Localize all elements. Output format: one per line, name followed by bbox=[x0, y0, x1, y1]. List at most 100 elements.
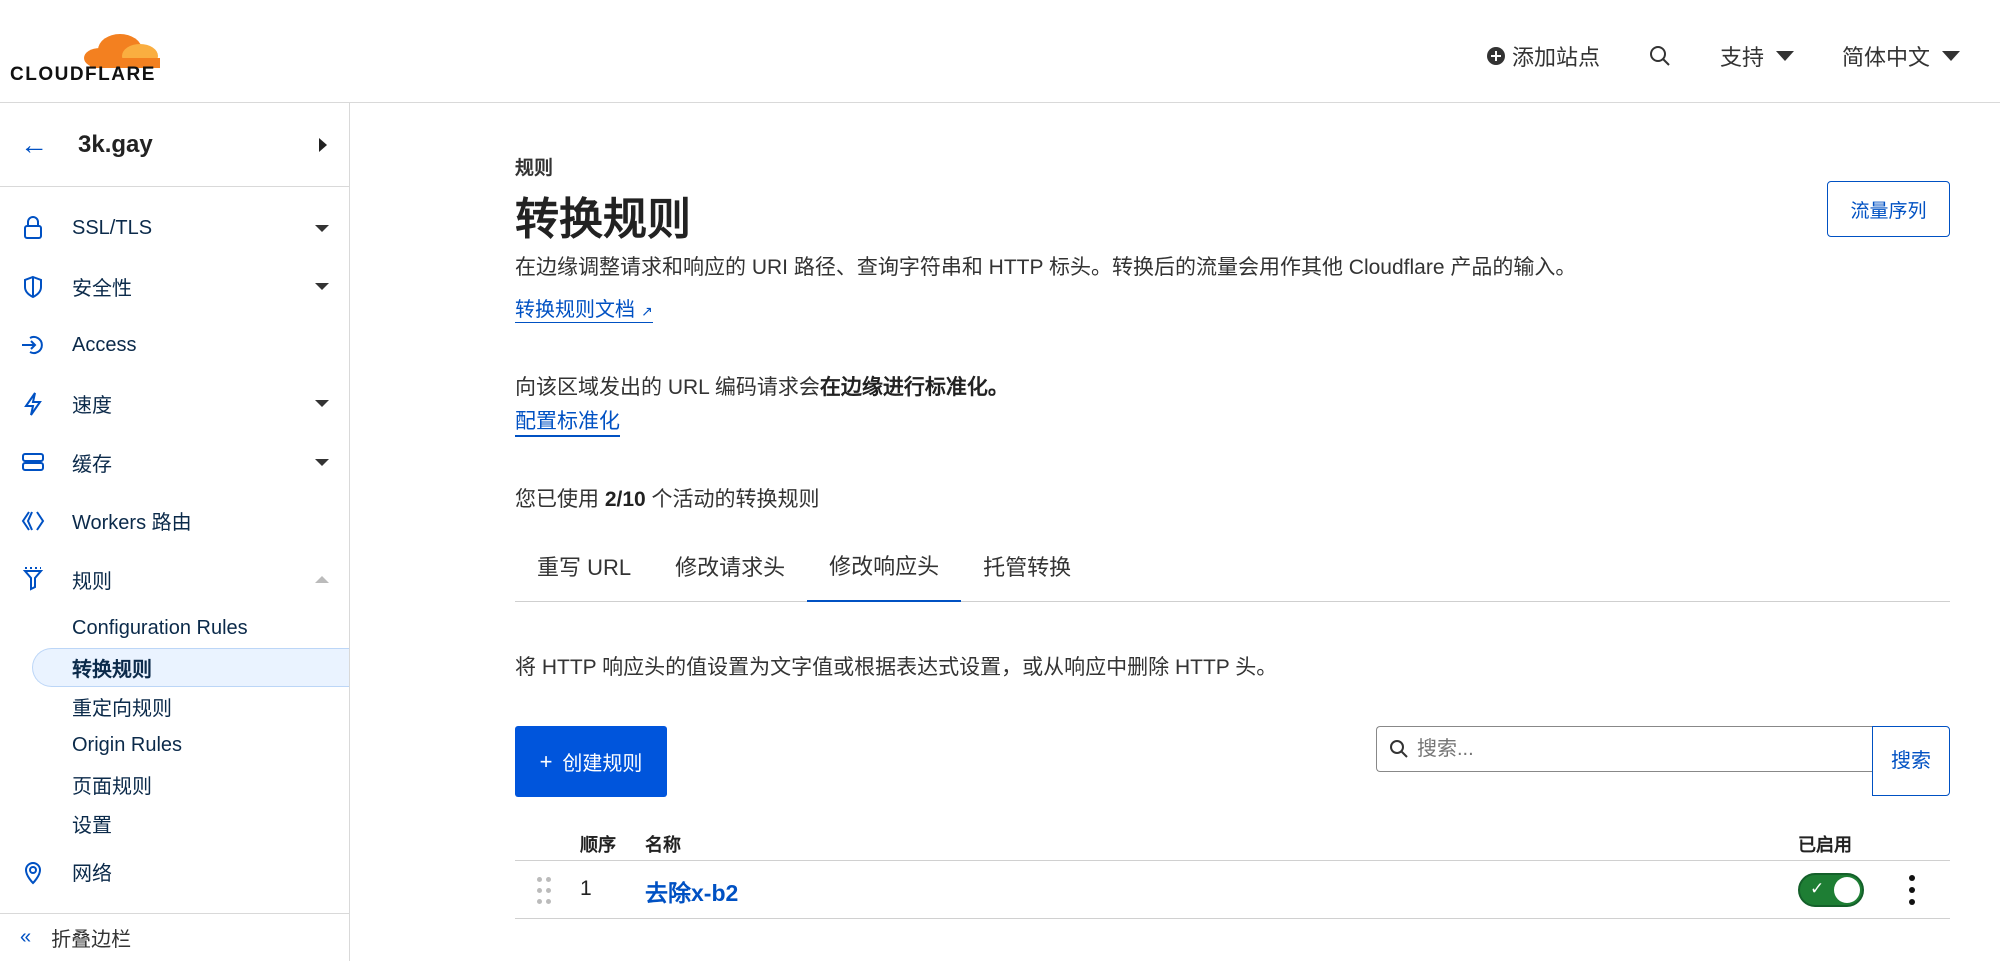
sidebar-nav: SSL/TLS 安全性 Access 速度 缓存 Workers 路由 规则 C… bbox=[0, 187, 349, 901]
rules-subnav: Configuration Rules 转换规则 重定向规则 Origin Ru… bbox=[0, 609, 349, 843]
sidebar-subitem-configuration-rules[interactable]: Configuration Rules bbox=[72, 609, 349, 648]
double-chevron-left-icon: « bbox=[20, 926, 32, 948]
normalization-text: 向该区域发出的 URL 编码请求会在边缘进行标准化。 bbox=[515, 371, 1009, 401]
tab-modify-request-header[interactable]: 修改请求头 bbox=[653, 530, 807, 602]
sidebar-subitem-redirect-rules[interactable]: 重定向规则 bbox=[72, 687, 349, 726]
chevron-down-icon bbox=[315, 224, 329, 232]
add-site-button[interactable]: 添加站点 bbox=[1486, 40, 1600, 72]
header-name: 名称 bbox=[645, 835, 681, 855]
access-icon bbox=[20, 332, 46, 358]
plus-icon: + bbox=[539, 748, 553, 774]
usage-text: 您已使用 2/10 个活动的转换规则 bbox=[515, 483, 820, 513]
tab-managed-transforms[interactable]: 托管转换 bbox=[961, 530, 1093, 602]
support-menu[interactable]: 支持 bbox=[1720, 40, 1794, 72]
collapse-label: 折叠边栏 bbox=[51, 929, 132, 951]
workers-icon bbox=[20, 508, 46, 534]
search-button[interactable] bbox=[1648, 44, 1672, 68]
collapse-sidebar-button[interactable]: « 折叠边栏 bbox=[0, 913, 350, 961]
normalization-bold: 在边缘进行标准化。 bbox=[819, 376, 1009, 399]
language-label: 简体中文 bbox=[1841, 45, 1930, 70]
rules-table: 顺序 名称 已启用 1 去除x-b2 ✓ bbox=[515, 821, 1950, 919]
sidebar-item-label: 安全性 bbox=[72, 278, 132, 301]
docs-link-label: 转换规则文档 bbox=[515, 299, 635, 321]
table-row: 1 去除x-b2 ✓ bbox=[515, 861, 1950, 919]
sidebar-item-label: Workers 路由 bbox=[72, 512, 192, 535]
shield-icon bbox=[20, 274, 46, 300]
toggle-knob bbox=[1834, 877, 1860, 903]
traffic-sequence-button[interactable]: 流量序列 bbox=[1827, 181, 1950, 237]
rule-enabled-toggle[interactable]: ✓ bbox=[1798, 873, 1864, 907]
create-rule-button[interactable]: + 创建规则 bbox=[515, 726, 667, 797]
sidebar: ← 3k.gay SSL/TLS 安全性 Access 速度 缓存 Worker… bbox=[0, 103, 350, 961]
sidebar-item-label: SSL/TLS bbox=[72, 216, 153, 239]
tab-modify-response-header[interactable]: 修改响应头 bbox=[807, 530, 962, 602]
docs-link[interactable]: 转换规则文档 ↗ bbox=[515, 293, 653, 323]
usage-prefix: 您已使用 bbox=[515, 488, 605, 511]
search-icon bbox=[1649, 46, 1670, 66]
rule-name-link[interactable]: 去除x-b2 bbox=[645, 874, 738, 908]
location-pin-icon bbox=[20, 859, 46, 885]
header-enabled: 已启用 bbox=[1798, 835, 1852, 855]
sidebar-item-label: Access bbox=[72, 333, 137, 356]
sidebar-item-cache[interactable]: 缓存 bbox=[0, 433, 349, 492]
sidebar-item-label: 规则 bbox=[72, 570, 112, 593]
chevron-up-icon bbox=[315, 575, 329, 583]
tab-description: 将 HTTP 响应头的值设置为文字值或根据表达式设置，或从响应中删除 HTTP … bbox=[515, 656, 1278, 679]
configure-normalization-link[interactable]: 配置标准化 bbox=[515, 405, 620, 437]
chevron-right-icon bbox=[319, 137, 327, 152]
chevron-down-icon bbox=[1775, 51, 1794, 61]
top-bar: CLOUDFLARE 添加站点 支持 简体中文 bbox=[0, 0, 2000, 103]
create-rule-label: 创建规则 bbox=[562, 753, 643, 775]
add-site-label: 添加站点 bbox=[1511, 45, 1600, 70]
lock-icon bbox=[20, 215, 46, 241]
drag-handle-icon[interactable] bbox=[537, 877, 551, 905]
search-submit-button[interactable]: 搜索 bbox=[1872, 726, 1950, 796]
sidebar-item-access[interactable]: Access bbox=[0, 316, 349, 375]
rule-tabs: 重写 URL 修改请求头 修改响应头 托管转换 bbox=[515, 530, 1950, 602]
external-link-icon: ↗ bbox=[641, 303, 653, 319]
sidebar-subitem-page-rules[interactable]: 页面规则 bbox=[72, 765, 349, 804]
sidebar-item-rules[interactable]: 规则 bbox=[0, 550, 349, 609]
sidebar-item-ssl[interactable]: SSL/TLS bbox=[0, 199, 349, 258]
chevron-down-icon bbox=[315, 283, 329, 291]
site-selector[interactable]: ← 3k.gay bbox=[0, 103, 349, 187]
page-description: 在边缘调整请求和响应的 URI 路径、查询字符串和 HTTP 标头。转换后的流量… bbox=[515, 256, 1577, 279]
site-name: 3k.gay bbox=[78, 130, 153, 158]
logo-wordmark: CLOUDFLARE bbox=[10, 64, 156, 85]
chevron-down-icon bbox=[1942, 51, 1960, 61]
search-field[interactable] bbox=[1376, 726, 1872, 772]
page-title: 转换规则 bbox=[515, 195, 691, 244]
sidebar-subitem-origin-rules[interactable]: Origin Rules bbox=[72, 726, 349, 765]
check-icon: ✓ bbox=[1810, 879, 1825, 898]
rule-search: 搜索 bbox=[1376, 726, 1950, 796]
sidebar-item-workers[interactable]: Workers 路由 bbox=[0, 492, 349, 551]
sidebar-item-label: 速度 bbox=[72, 395, 112, 418]
row-order: 1 bbox=[580, 877, 592, 900]
usage-count: 2/10 bbox=[604, 488, 646, 511]
tab-rewrite-url[interactable]: 重写 URL bbox=[515, 530, 653, 602]
search-input[interactable] bbox=[1417, 737, 1847, 761]
sidebar-item-security[interactable]: 安全性 bbox=[0, 258, 349, 317]
header-order: 顺序 bbox=[580, 835, 616, 855]
back-arrow-icon[interactable]: ← bbox=[20, 129, 48, 161]
support-label: 支持 bbox=[1719, 45, 1764, 70]
chevron-down-icon bbox=[315, 458, 329, 466]
sidebar-item-label: 网络 bbox=[72, 863, 112, 886]
sidebar-item-speed[interactable]: 速度 bbox=[0, 375, 349, 434]
language-menu[interactable]: 简体中文 bbox=[1842, 40, 1960, 72]
more-options-icon[interactable] bbox=[1907, 875, 1917, 905]
plus-circle-icon bbox=[1486, 47, 1505, 65]
sidebar-subitem-transform-rules[interactable]: 转换规则 bbox=[32, 647, 349, 687]
rules-icon bbox=[20, 566, 46, 592]
chevron-down-icon bbox=[315, 400, 329, 408]
search-icon bbox=[1390, 740, 1408, 758]
breadcrumb[interactable]: 规则 bbox=[515, 153, 553, 180]
sidebar-item-label: 缓存 bbox=[72, 453, 112, 476]
sidebar-item-network[interactable]: 网络 bbox=[0, 843, 349, 902]
usage-suffix: 个活动的转换规则 bbox=[645, 488, 820, 511]
cache-icon bbox=[20, 449, 46, 475]
normalization-prefix: 向该区域发出的 URL 编码请求会 bbox=[515, 376, 820, 399]
table-header: 顺序 名称 已启用 bbox=[515, 821, 1950, 861]
lightning-icon bbox=[20, 391, 46, 417]
sidebar-subitem-settings[interactable]: 设置 bbox=[72, 804, 349, 843]
